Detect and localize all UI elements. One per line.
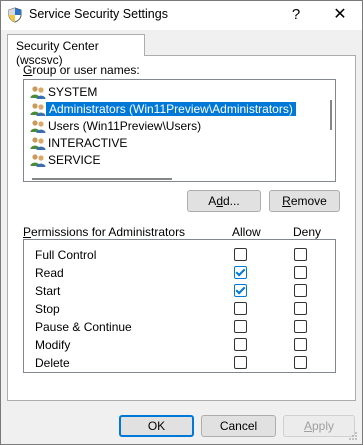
deny-checkbox[interactable] — [294, 248, 307, 261]
permission-label: Stop — [35, 302, 60, 316]
users-group-icon — [30, 102, 46, 117]
permission-row: Stop — [24, 300, 335, 318]
list-item[interactable]: SERVICE — [25, 152, 325, 169]
permissions-header-rest: ermissions for Administrators — [31, 225, 186, 239]
permission-row: Modify — [24, 336, 335, 354]
group-user-list[interactable]: SYSTEM Administrators (Win11Preview\Admi… — [23, 79, 336, 182]
apply-button-accel: A — [303, 419, 312, 433]
add-button[interactable]: Add... — [187, 190, 261, 212]
permission-label: Full Control — [35, 248, 97, 262]
permission-label: Pause & Continue — [35, 320, 132, 334]
tab-security-center[interactable]: Security Center (wscsvc) — [7, 34, 145, 67]
allow-checkbox[interactable] — [234, 248, 247, 261]
add-button-accel: d — [216, 194, 223, 208]
permissions-scrollbar[interactable] — [329, 240, 335, 372]
apply-button[interactable]: Apply — [283, 415, 355, 437]
deny-checkbox[interactable] — [294, 284, 307, 297]
resize-grip-icon[interactable] — [348, 430, 358, 440]
apply-button-post: pply — [312, 419, 335, 433]
permissions-header: Permissions for Administrators — [23, 225, 185, 239]
list-item[interactable]: Administrators (Win11Preview\Administrat… — [25, 101, 325, 118]
permission-row: Read — [24, 264, 335, 282]
shield-icon — [7, 7, 23, 23]
allow-checkbox[interactable] — [234, 356, 247, 369]
permissions-table: Full Control Read Start Stop Pause & Con… — [23, 239, 336, 373]
permission-label: Start — [35, 284, 61, 298]
permission-label: Delete — [35, 356, 70, 370]
cancel-button[interactable]: Cancel — [201, 415, 276, 437]
scrollbar-thumb[interactable] — [32, 178, 172, 180]
allow-checkbox[interactable] — [234, 320, 247, 333]
close-button[interactable]: ✕ — [326, 4, 354, 26]
deny-checkbox[interactable] — [294, 320, 307, 333]
permission-row: Pause & Continue — [24, 318, 335, 336]
title-bar[interactable]: Service Security Settings ? ✕ — [1, 1, 362, 30]
allow-checkbox[interactable] — [234, 266, 247, 279]
ok-button[interactable]: OK — [119, 415, 194, 437]
allow-checkbox[interactable] — [234, 302, 247, 315]
users-group-icon — [30, 119, 46, 134]
list-item-label: SYSTEM — [48, 85, 98, 99]
permission-row: Full Control — [24, 246, 335, 264]
scrollbar-thumb[interactable] — [330, 100, 332, 130]
list-item-label: Administrators (Win11Preview\Administrat… — [46, 102, 296, 116]
allow-checkbox[interactable] — [234, 338, 247, 351]
list-item-label: INTERACTIVE — [48, 136, 128, 150]
deny-checkbox[interactable] — [294, 338, 307, 351]
remove-button-accel: R — [282, 194, 291, 208]
list-item[interactable]: INTERACTIVE — [25, 135, 325, 152]
permissions-header-accel: P — [23, 225, 32, 239]
remove-button[interactable]: Remove — [269, 190, 340, 212]
users-group-icon — [30, 136, 46, 151]
deny-checkbox[interactable] — [294, 302, 307, 315]
permission-label: Read — [35, 266, 64, 280]
help-button[interactable]: ? — [284, 4, 308, 26]
allow-checkbox[interactable] — [234, 284, 247, 297]
deny-column-header: Deny — [293, 225, 322, 239]
permission-row: Start — [24, 282, 335, 300]
allow-column-header: Allow — [232, 225, 261, 239]
list-vertical-scrollbar[interactable] — [325, 80, 335, 181]
add-button-post: d... — [223, 194, 240, 208]
window-title: Service Security Settings — [29, 7, 168, 21]
permission-row: Delete — [24, 354, 335, 372]
permission-label: Modify — [35, 338, 71, 352]
remove-button-post: emove — [290, 194, 327, 208]
deny-checkbox[interactable] — [294, 356, 307, 369]
users-group-icon — [30, 153, 46, 168]
deny-checkbox[interactable] — [294, 266, 307, 279]
users-group-icon — [30, 85, 46, 100]
list-item-label: SERVICE — [48, 153, 101, 167]
tab-label: Security Center (wscsvc) — [16, 39, 99, 67]
list-horizontal-scrollbar[interactable] — [24, 175, 335, 181]
list-item-label: Users (Win11Preview\Users) — [48, 119, 202, 133]
list-item[interactable]: SYSTEM — [25, 84, 325, 101]
dialog-window: Service Security Settings ? ✕ Security C… — [0, 0, 363, 445]
list-item[interactable]: Users (Win11Preview\Users) — [25, 118, 325, 135]
